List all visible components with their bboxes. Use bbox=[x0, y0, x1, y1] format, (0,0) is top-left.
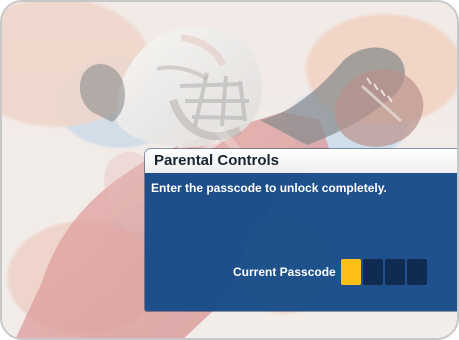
passcode-entry-row[interactable]: Current Passcode bbox=[233, 258, 429, 286]
dialog-title: Parental Controls bbox=[145, 149, 457, 173]
parental-controls-dialog: Parental Controls Enter the passcode to … bbox=[145, 149, 457, 311]
current-passcode-label: Current Passcode bbox=[233, 265, 336, 279]
passcode-digit-4[interactable] bbox=[406, 259, 427, 285]
passcode-digit-3[interactable] bbox=[384, 259, 405, 285]
screen-frame: Parental Controls Enter the passcode to … bbox=[0, 0, 459, 340]
passcode-instructions: Enter the passcode to unlock completely. bbox=[151, 181, 387, 195]
passcode-digit-2[interactable] bbox=[362, 259, 383, 285]
passcode-digit-1[interactable] bbox=[340, 259, 361, 285]
